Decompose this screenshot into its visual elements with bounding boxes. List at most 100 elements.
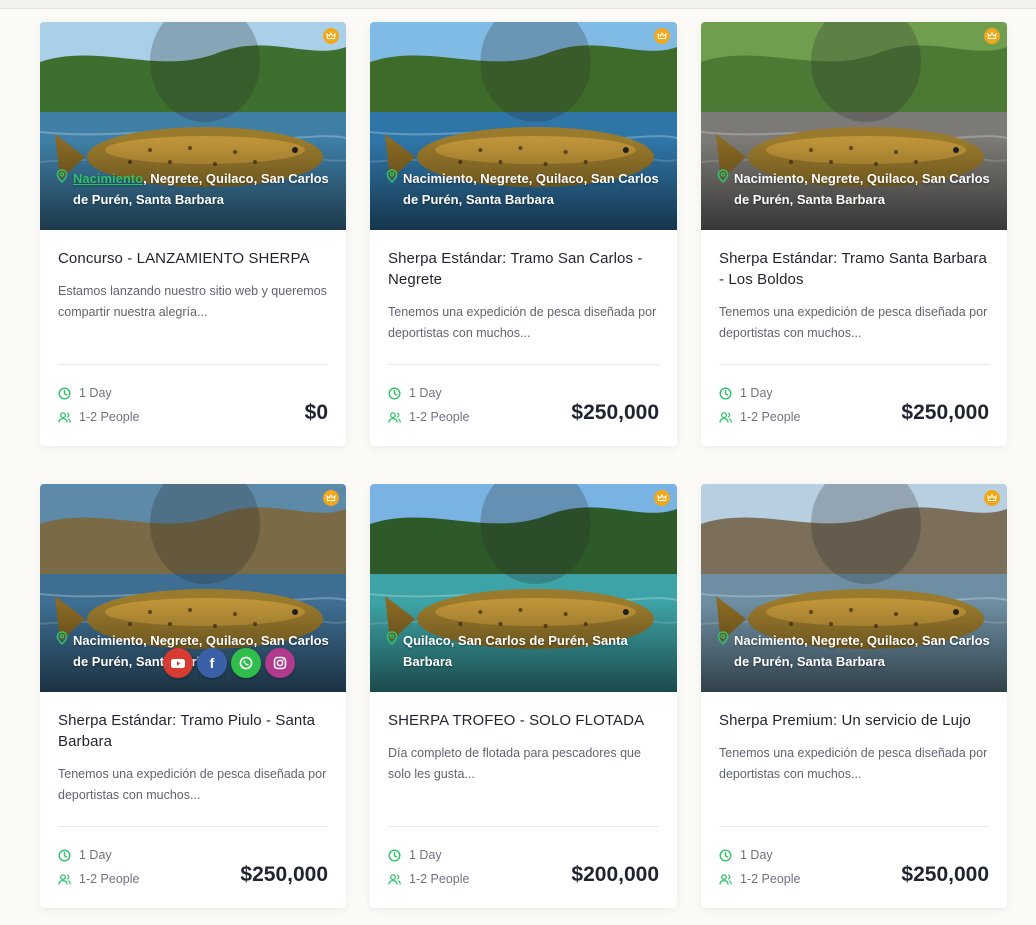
tour-price: $200,000	[571, 863, 659, 886]
card-divider	[388, 826, 659, 827]
tour-group-size: 1-2 People	[719, 872, 800, 886]
tour-location: Nacimiento, Negrete, Quilaco, San Carlos…	[717, 168, 993, 210]
people-icon	[719, 411, 732, 423]
tour-location: Nacimiento, Negrete, Quilaco, San Carlos…	[386, 168, 663, 210]
instagram-share-button[interactable]	[265, 648, 295, 678]
crown-icon	[326, 31, 336, 39]
tour-group-size: 1-2 People	[719, 410, 800, 424]
location-pin-icon	[386, 169, 398, 183]
floating-social-bar: f	[163, 648, 295, 678]
people-text: 1-2 People	[79, 872, 140, 886]
people-text: 1-2 People	[740, 872, 801, 886]
tour-duration: 1 Day	[719, 386, 773, 400]
location-pin-icon	[717, 631, 729, 645]
duration-text: 1 Day	[409, 386, 442, 400]
tour-image[interactable]: Nacimiento, Negrete, Quilaco, San Carlos…	[701, 484, 1007, 692]
youtube-share-button[interactable]	[163, 648, 193, 678]
tour-image[interactable]: Nacimiento, Negrete, Quilaco, San Carlos…	[701, 22, 1007, 230]
people-text: 1-2 People	[409, 872, 470, 886]
location-first-link[interactable]: Nacimiento	[73, 633, 143, 648]
tour-duration: 1 Day	[719, 848, 773, 862]
clock-icon	[719, 386, 732, 400]
card-divider	[388, 364, 659, 365]
location-first-link[interactable]: Nacimiento	[734, 171, 804, 186]
tour-price: $250,000	[571, 401, 659, 424]
clock-icon	[388, 386, 401, 400]
facebook-share-button[interactable]: f	[197, 648, 227, 678]
tour-title[interactable]: Sherpa Premium: Un servicio de Lujo	[719, 710, 989, 731]
tour-title[interactable]: Concurso - LANZAMIENTO SHERPA	[58, 248, 328, 269]
people-icon	[58, 873, 71, 885]
duration-text: 1 Day	[409, 848, 442, 862]
card-divider	[58, 364, 328, 365]
featured-crown-badge	[654, 28, 670, 44]
crown-icon	[657, 31, 667, 39]
tour-duration: 1 Day	[388, 386, 442, 400]
tour-price: $250,000	[240, 863, 328, 886]
tour-group-size: 1-2 People	[388, 872, 469, 886]
tour-card[interactable]: Nacimiento, Negrete, Quilaco, San Carlos…	[40, 22, 346, 446]
tour-description: Tenemos una expedición de pesca diseñada…	[388, 305, 657, 340]
whatsapp-share-button[interactable]	[231, 648, 261, 678]
tour-card[interactable]: Nacimiento, Negrete, Quilaco, San Carlos…	[701, 484, 1007, 908]
tour-title[interactable]: Sherpa Estándar: Tramo Piulo - Santa Bar…	[58, 710, 328, 752]
tour-description: Tenemos una expedición de pesca diseñada…	[719, 746, 988, 781]
tour-image[interactable]: Nacimiento, Negrete, Quilaco, San Carlos…	[370, 22, 677, 230]
tour-title[interactable]: SHERPA TROFEO - SOLO FLOTADA	[388, 710, 659, 731]
tour-image[interactable]: Nacimiento, Negrete, Quilaco, San Carlos…	[40, 22, 346, 230]
clock-icon	[58, 848, 71, 862]
tour-group-size: 1-2 People	[58, 872, 139, 886]
duration-text: 1 Day	[740, 386, 773, 400]
people-icon	[58, 411, 71, 423]
tour-card[interactable]: Nacimiento, Negrete, Quilaco, San Carlos…	[701, 22, 1007, 446]
tour-description: Tenemos una expedición de pesca diseñada…	[58, 767, 327, 802]
location-first-link[interactable]: Quilaco	[403, 633, 451, 648]
tour-description: Estamos lanzando nuestro sitio web y que…	[58, 284, 327, 319]
crown-icon	[987, 31, 997, 39]
youtube-icon	[171, 659, 185, 668]
location-pin-icon	[56, 169, 68, 183]
tour-duration: 1 Day	[58, 848, 112, 862]
tour-card-body: Sherpa Estándar: Tramo San Carlos - Negr…	[370, 230, 677, 446]
people-icon	[388, 873, 401, 885]
location-first-link[interactable]: Nacimiento	[403, 171, 473, 186]
tour-group-size: 1-2 People	[388, 410, 469, 424]
card-divider	[58, 826, 328, 827]
tour-location: Quilaco, San Carlos de Purén, Santa Barb…	[386, 630, 663, 672]
tour-description: Tenemos una expedición de pesca diseñada…	[719, 305, 988, 340]
crown-icon	[657, 493, 667, 501]
duration-text: 1 Day	[79, 386, 112, 400]
whatsapp-icon	[239, 656, 253, 670]
tour-location: Nacimiento, Negrete, Quilaco, San Carlos…	[56, 168, 332, 210]
duration-text: 1 Day	[740, 848, 773, 862]
top-border	[0, 0, 1036, 9]
location-pin-icon	[386, 631, 398, 645]
duration-text: 1 Day	[79, 848, 112, 862]
tour-card[interactable]: Nacimiento, Negrete, Quilaco, San Carlos…	[370, 22, 677, 446]
location-pin-icon	[717, 169, 729, 183]
people-icon	[719, 873, 732, 885]
tour-price: $250,000	[901, 863, 989, 886]
featured-crown-badge	[654, 490, 670, 506]
featured-crown-badge	[323, 28, 339, 44]
location-first-link[interactable]: Nacimiento	[73, 171, 143, 186]
tour-card-body: Sherpa Premium: Un servicio de Lujo Tenem…	[701, 692, 1007, 908]
tour-title[interactable]: Sherpa Estándar: Tramo Santa Barbara - L…	[719, 248, 989, 290]
tour-card-body: SHERPA TROFEO - SOLO FLOTADA Día completo…	[370, 692, 677, 908]
tour-card-body: Sherpa Estándar: Tramo Piulo - Santa Bar…	[40, 692, 346, 908]
people-text: 1-2 People	[409, 410, 470, 424]
tour-card[interactable]: Quilaco, San Carlos de Purén, Santa Barb…	[370, 484, 677, 908]
tour-image[interactable]: Quilaco, San Carlos de Purén, Santa Barb…	[370, 484, 677, 692]
crown-icon	[326, 493, 336, 501]
clock-icon	[58, 386, 71, 400]
crown-icon	[987, 493, 997, 501]
tour-location: Nacimiento, Negrete, Quilaco, San Carlos…	[717, 630, 993, 672]
location-first-link[interactable]: Nacimiento	[734, 633, 804, 648]
tour-card[interactable]: Nacimiento, Negrete, Quilaco, San Carlos…	[40, 484, 346, 908]
tour-title[interactable]: Sherpa Estándar: Tramo San Carlos - Negr…	[388, 248, 659, 290]
tour-card-body: Sherpa Estándar: Tramo Santa Barbara - L…	[701, 230, 1007, 446]
clock-icon	[719, 848, 732, 862]
tour-duration: 1 Day	[58, 386, 112, 400]
tour-price: $0	[304, 401, 328, 424]
people-text: 1-2 People	[740, 410, 801, 424]
